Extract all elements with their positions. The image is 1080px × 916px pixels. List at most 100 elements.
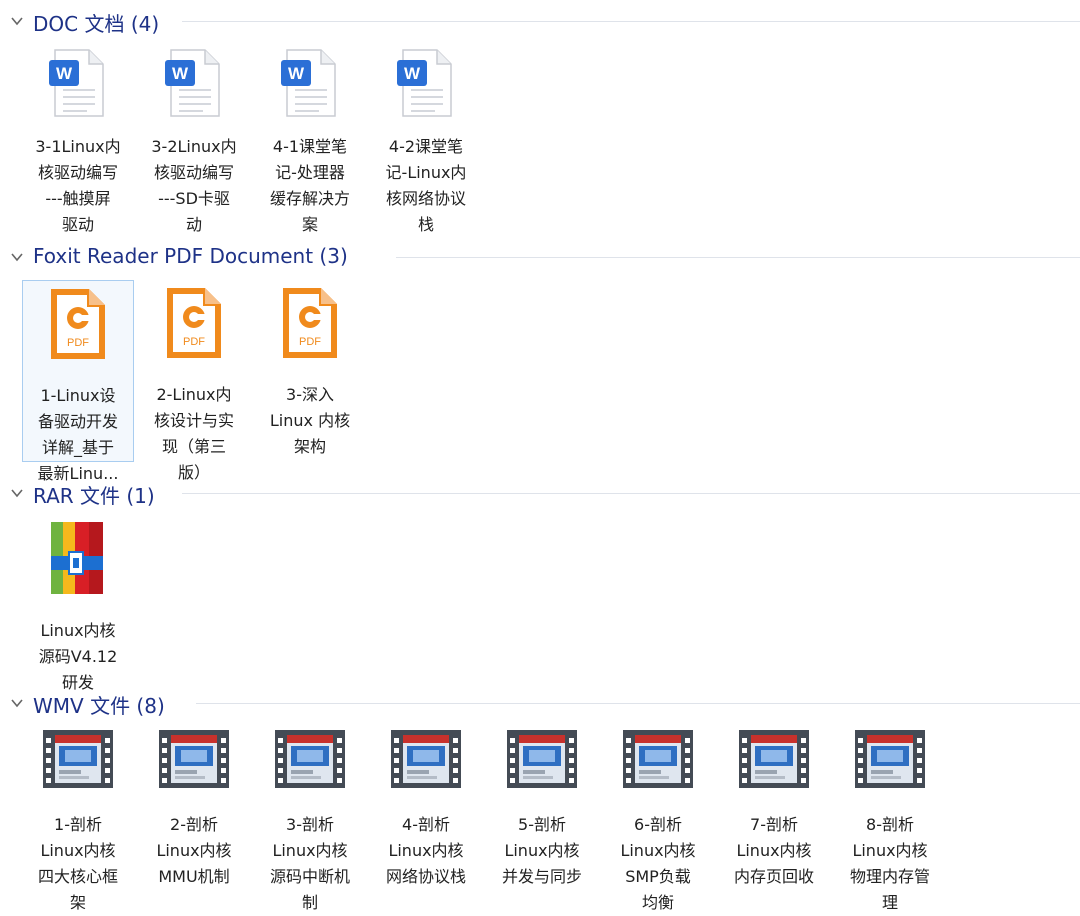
file-name-line: 理 [881,893,898,912]
file-name-line: 架 [69,893,86,912]
group-divider [196,703,1080,704]
file-name-line: 并发与同步 [501,867,582,886]
chevron-down-icon[interactable] [10,696,24,710]
word-document-icon: W [47,48,109,118]
file-item[interactable]: 6-剖析 Linux内核 SMP负载 均衡 [602,722,714,912]
file-name-line: SMP负载 [625,867,691,886]
group-title: Foxit Reader PDF Document (3) [33,244,348,268]
file-name-line: 1-剖析 [54,815,102,834]
file-item[interactable]: PDF 1-Linux设 备驱动开发 详解_基于 最新Linu... [22,280,134,483]
file-item[interactable]: W 4-1课堂笔 记-处理器缓存解决方案 [254,42,366,234]
file-name-label: Linux内核 源码V4.12 研发 [24,618,132,696]
file-name-line: Linux内核 [156,841,232,860]
group-title: RAR 文件 (1) [33,484,155,508]
file-item[interactable]: W 4-2课堂笔 记-Linux内 核网络协议栈 [370,42,482,234]
file-name-line: 6-剖析 [634,815,682,834]
file-name-label: 8-剖析 Linux内核 物理内存管理 [836,812,944,916]
group-header-rar[interactable]: RAR 文件 (1) [0,478,1080,508]
file-name-line: 架构 [293,437,326,456]
chevron-down-icon[interactable] [10,250,24,264]
word-document-icon: W [279,48,341,118]
file-name-line: 3-深入 [286,385,334,404]
foxit-pdf-icon: PDF [47,287,109,361]
svg-text:PDF: PDF [183,336,205,348]
file-item[interactable]: W 3-1Linux内 核驱动编写 ---触摸屏 驱动 [22,42,134,234]
file-name-line: Linux内核 [736,841,812,860]
foxit-pdf-icon: PDF [279,286,341,360]
file-name-line: 备驱动开发 [37,412,118,431]
file-name-line: 核网络协议 [385,189,466,208]
file-item[interactable]: 5-剖析 Linux内核 并发与同步 [486,722,598,904]
file-name-line: 缓存解决方 [269,189,350,208]
group-divider [182,493,1080,494]
file-item[interactable]: 8-剖析 Linux内核 物理内存管理 [834,722,946,912]
file-name-line: 2-Linux内 [156,385,232,404]
file-name-label: 1-Linux设 备驱动开发 详解_基于 最新Linu... [25,383,131,487]
file-name-label: 3-剖析 Linux内核 源码中断机制 [256,812,364,916]
group-header-wmv[interactable]: WMV 文件 (8) [0,688,1080,718]
file-name-line: 源码V4.12 [38,647,118,666]
file-name-line: Linux内核 [620,841,696,860]
file-item[interactable]: 1-剖析 Linux内核 四大核心框架 [22,722,134,912]
file-name-line: 动 [185,215,202,234]
file-name-line: 4-1课堂笔 [272,137,348,156]
video-file-icon [621,728,695,790]
file-item[interactable]: PDF 3-深入 Linux 内核 架构 [254,280,366,462]
file-name-line: 4-2课堂笔 [388,137,464,156]
file-name-line: 2-剖析 [170,815,218,834]
file-name-line: 3-剖析 [286,815,334,834]
file-name-line: 核设计与实 [153,411,234,430]
file-name-line: Linux 内核 [269,411,351,430]
video-file-icon [737,728,811,790]
file-name-label: 5-剖析 Linux内核 并发与同步 [488,812,596,890]
file-name-line: 制 [301,893,318,912]
file-name-line: 4-剖析 [402,815,450,834]
file-name-label: 4-2课堂笔 记-Linux内 核网络协议栈 [372,134,480,238]
file-name-line: 7-剖析 [750,815,798,834]
file-item[interactable]: Linux内核 源码V4.12 研发 [22,512,134,694]
file-name-line: MMU机制 [158,867,230,886]
svg-text:PDF: PDF [299,336,321,348]
file-item[interactable]: W 3-2Linux内 核驱动编写 ---SD卡驱动 [138,42,250,234]
file-name-label: 1-剖析 Linux内核 四大核心框架 [24,812,132,916]
svg-text:PDF: PDF [67,337,89,349]
file-name-line: 3-1Linux内 [35,137,121,156]
video-file-icon [41,728,115,790]
file-name-line: 记-处理器 [275,163,345,182]
word-document-icon: W [163,48,225,118]
file-name-line: 驱动 [61,215,94,234]
file-item[interactable]: 2-剖析 Linux内核 MMU机制 [138,722,250,904]
file-name-label: 3-深入 Linux 内核 架构 [256,382,364,460]
file-name-line: 四大核心框 [37,867,118,886]
group-header-pdf[interactable]: Foxit Reader PDF Document (3) [0,242,1080,272]
file-name-line: Linux内核 [852,841,928,860]
video-file-icon [157,728,231,790]
chevron-down-icon[interactable] [10,14,24,28]
file-name-line: 5-剖析 [518,815,566,834]
chevron-down-icon[interactable] [10,486,24,500]
file-name-line: 记-Linux内 [385,163,467,182]
group-title: WMV 文件 (8) [33,694,165,718]
file-name-line: 案 [301,215,318,234]
svg-text:W: W [56,64,73,83]
foxit-pdf-icon: PDF [163,286,225,360]
file-item[interactable]: 4-剖析 Linux内核 网络协议栈 [370,722,482,904]
file-name-line: ---触摸屏 [45,189,111,208]
file-name-line: Linux内核 [272,841,348,860]
file-name-line: Linux内核 [40,621,116,640]
file-item[interactable]: PDF 2-Linux内 核设计与实 现（第三 版） [138,280,250,482]
file-name-label: 6-剖析 Linux内核 SMP负载 均衡 [604,812,712,916]
svg-text:W: W [288,64,305,83]
file-item[interactable]: 3-剖析 Linux内核 源码中断机制 [254,722,366,912]
video-file-icon [853,728,927,790]
file-name-line: 现（第三 [161,437,226,456]
video-file-icon [389,728,463,790]
file-name-label: 3-1Linux内 核驱动编写 ---触摸屏 驱动 [24,134,132,238]
file-name-line: Linux内核 [40,841,116,860]
file-name-label: 2-剖析 Linux内核 MMU机制 [140,812,248,890]
file-name-label: 2-Linux内 核设计与实 现（第三 版） [140,382,248,486]
file-name-label: 4-剖析 Linux内核 网络协议栈 [372,812,480,890]
file-item[interactable]: 7-剖析 Linux内核 内存页回收 [718,722,830,904]
file-name-line: ---SD卡驱 [158,189,230,208]
group-header-doc[interactable]: DOC 文档 (4) [0,6,1080,36]
